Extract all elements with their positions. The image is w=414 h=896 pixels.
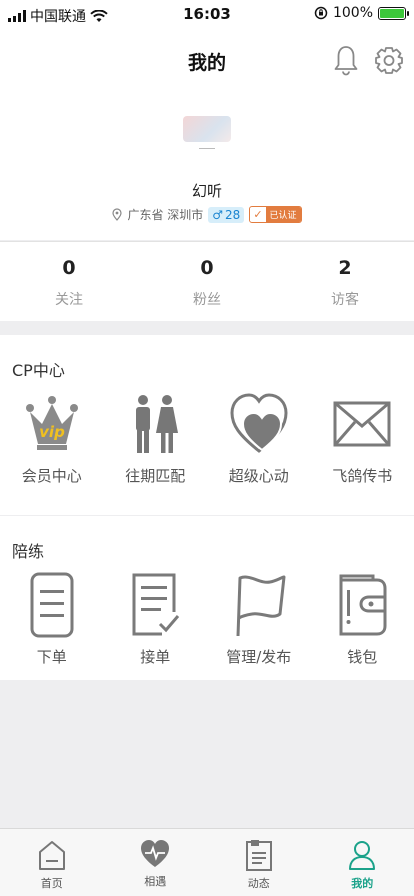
order-icon [30,572,74,638]
age-badge: ♂ 28 [208,206,245,223]
wallet-icon [339,574,387,636]
vip-crown-icon: vip [25,396,78,450]
accept-order-button[interactable]: 接单 [104,572,208,667]
user-name: 幻听 [191,182,222,200]
user-icon [349,841,376,870]
tab-feed[interactable]: 动态 [207,829,311,896]
tab-label: 我的 [351,877,374,890]
tab-encounter[interactable]: 相遇 [104,829,208,896]
stat-value: 0 [200,257,214,279]
stat-followers[interactable]: 0 粉丝 [138,242,276,321]
feed-icon [245,840,272,871]
profile-card: 幻听 广东省 深圳市 ♂ 28 ✓ 已认证 [0,94,414,240]
section-title: CP中心 [12,361,65,380]
place-order-button[interactable]: 下单 [0,572,104,667]
stat-label: 访客 [331,292,359,308]
tab-label: 动态 [247,877,270,890]
manage-publish-button[interactable]: 管理/发布 [207,572,311,667]
grid-label: 接单 [140,648,171,666]
gear-icon[interactable] [374,44,404,76]
tab-mine[interactable]: 我的 [311,829,414,896]
profile-meta: 广东省 深圳市 ♂ 28 ✓ 已认证 [0,206,414,223]
envelope-icon [333,401,391,447]
stat-following[interactable]: 0 关注 [0,242,138,321]
status-bar: 中国联通 16:03 100% [0,0,414,30]
location-text: 广东省 深圳市 [127,208,204,222]
companion-section: 陪练 下单 接单 管理/发布 钱包 [0,516,414,680]
age-value: 28 [225,207,241,222]
stat-value: 0 [62,257,76,279]
stat-label: 关注 [55,292,83,308]
tab-label: 相遇 [144,875,167,888]
grid-label: 钱包 [347,648,378,666]
flag-icon [236,575,286,637]
battery-icon [378,6,409,20]
section-title: 陪练 [12,542,45,561]
avatar[interactable] [183,114,231,162]
tab-home[interactable]: 首页 [0,829,104,896]
stat-visitors[interactable]: 2 访客 [276,242,414,321]
bell-icon[interactable] [333,44,359,76]
stat-value: 2 [338,257,352,279]
svg-text:vip: vip [39,423,65,441]
verified-label: 已认证 [265,207,301,222]
tab-label: 首页 [40,877,63,890]
top-nav: 我的 [0,30,414,94]
tab-bar: 首页 相遇 动态 我的 [0,828,414,896]
grid-label: 会员中心 [21,467,82,485]
verified-badge: ✓ 已认证 [249,206,302,223]
grid-label: 超级心动 [228,467,289,485]
double-heart-icon [230,393,288,453]
accept-order-icon [132,573,180,636]
battery-percent: 100% [332,5,373,21]
grid-label: 管理/发布 [226,648,292,666]
super-crush-button[interactable]: 超级心动 [207,391,311,486]
home-icon [38,841,65,870]
wallet-button[interactable]: 钱包 [311,572,414,667]
past-matches-button[interactable]: 往期匹配 [104,391,208,486]
location-pin-icon [112,208,123,221]
stats-row: 0 关注 0 粉丝 2 访客 [0,241,414,321]
heartbeat-icon [141,840,170,867]
grid-label: 往期匹配 [125,467,186,485]
male-icon: ♂ [212,207,224,222]
shield-check-icon: ✓ [250,208,266,221]
stat-label: 粉丝 [193,292,221,308]
grid-label: 下单 [36,648,67,666]
grid-label: 飞鸽传书 [332,467,393,485]
pigeon-mail-button[interactable]: 飞鸽传书 [311,391,414,486]
cp-center-section: CP中心 vip 会员中心 往期匹配 超级心动 飞鸽传书 [0,335,414,515]
vip-center-button[interactable]: vip 会员中心 [0,391,104,486]
couple-icon [136,395,179,453]
rotation-lock-icon [314,6,328,20]
